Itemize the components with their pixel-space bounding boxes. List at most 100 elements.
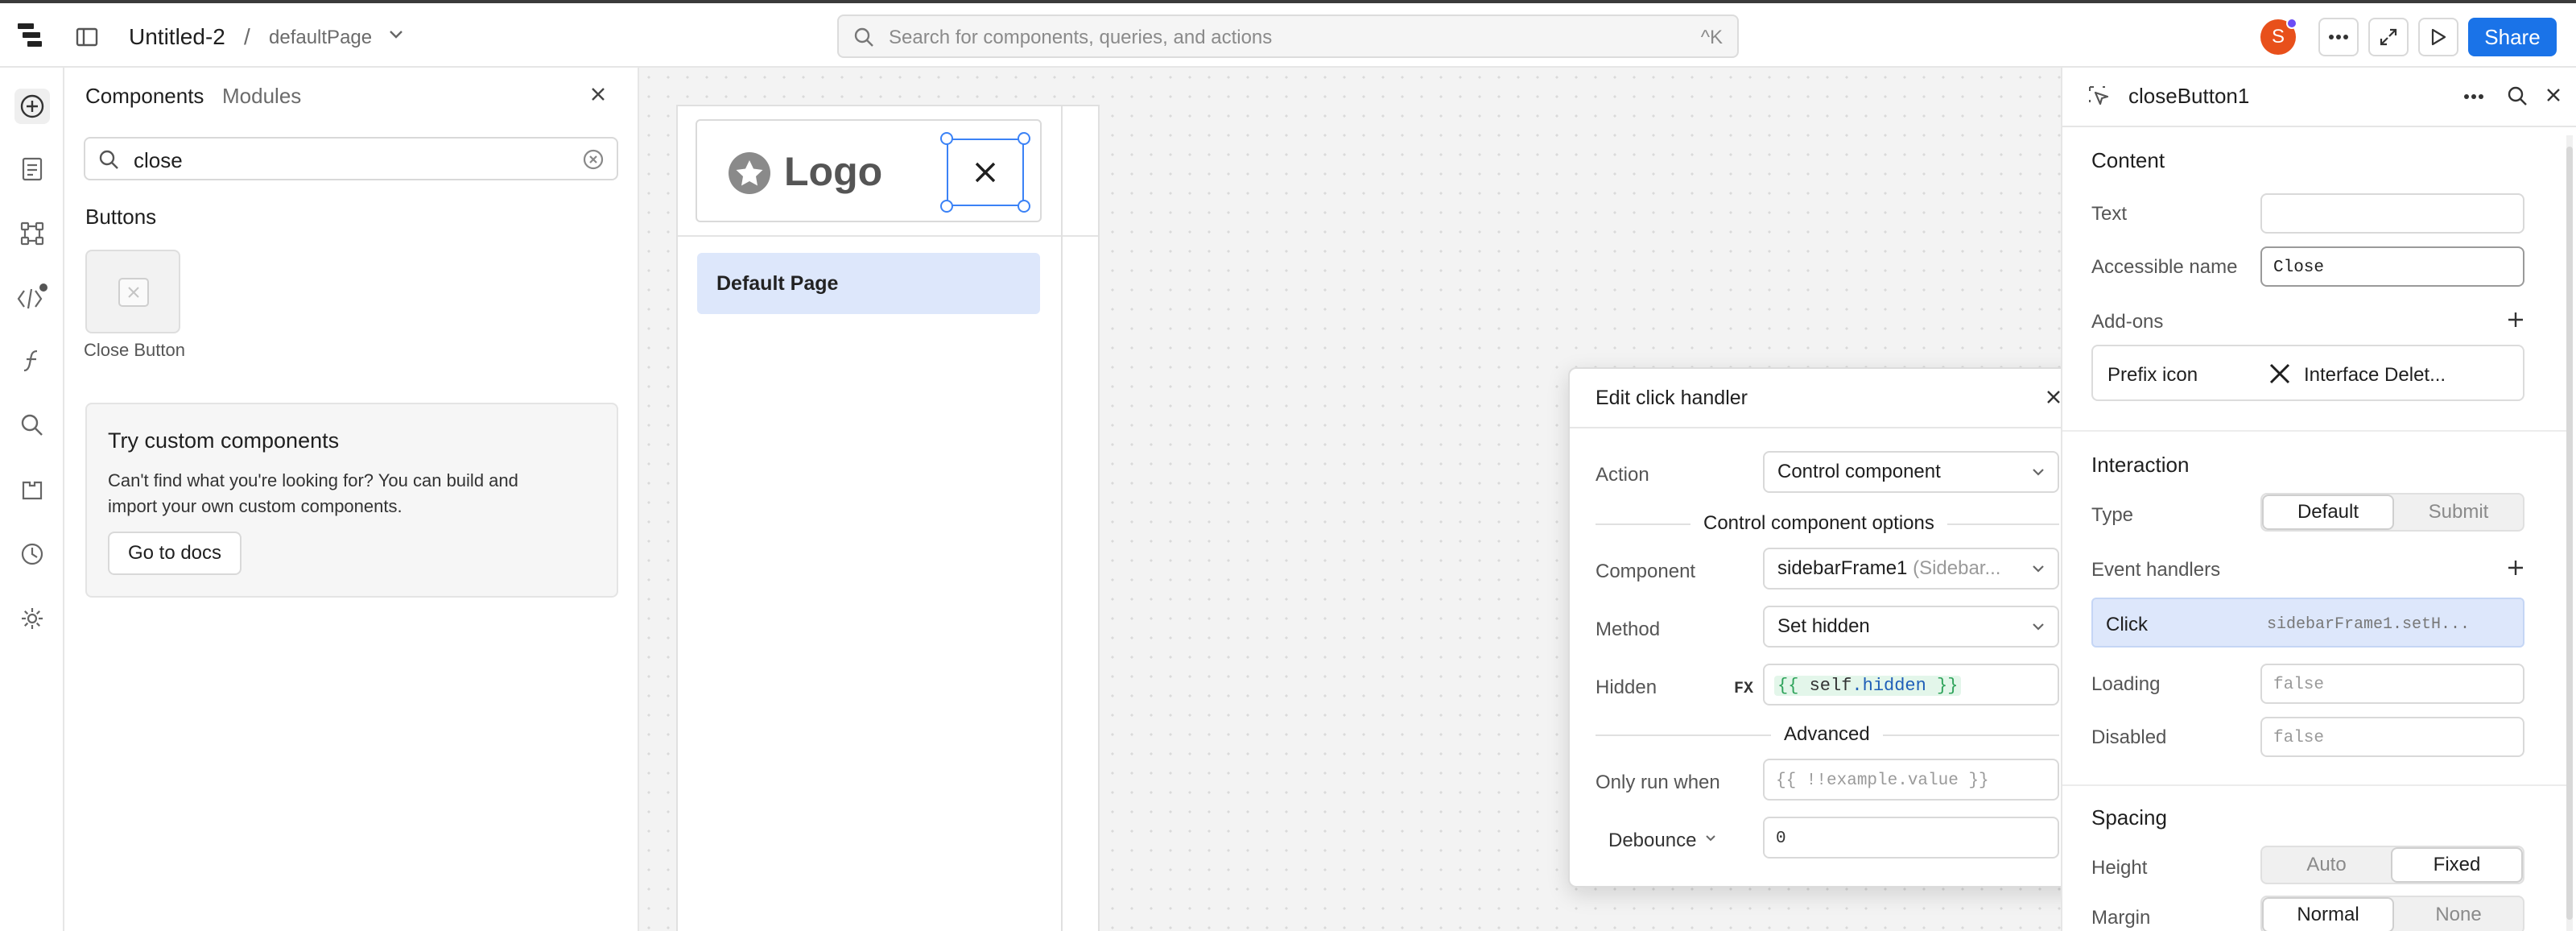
more-horizontal-icon[interactable] [2463, 93, 2484, 100]
only-run-input[interactable]: {{ !!example.value }} [1763, 759, 2059, 801]
scrollbar-thumb[interactable] [2566, 147, 2573, 920]
search-icon[interactable] [2507, 85, 2528, 106]
chevron-down-icon [2033, 565, 2044, 573]
code-icon[interactable] [14, 280, 50, 312]
tab-modules[interactable]: Modules [222, 84, 301, 109]
section-title: Buttons [85, 205, 157, 229]
method-select[interactable]: Set hidden [1763, 606, 2059, 648]
tab-components[interactable]: Components [85, 84, 204, 109]
search-icon[interactable] [16, 409, 48, 441]
chevron-down-icon[interactable] [388, 29, 404, 40]
debounce-dropdown[interactable]: Debounce [1608, 830, 1696, 852]
component-tree-icon[interactable] [16, 217, 48, 250]
promo-title: Try custom components [108, 428, 340, 453]
height-segmented-control[interactable]: Auto Fixed [2260, 846, 2524, 884]
expand-icon [2380, 28, 2397, 46]
disabled-input[interactable]: false [2260, 717, 2524, 757]
add-addon-icon[interactable] [2507, 311, 2524, 329]
hidden-input[interactable]: {{ self.hidden }} [1763, 664, 2059, 705]
action-select[interactable]: Control component [1763, 451, 2059, 493]
layout-toggle-icon[interactable] [71, 21, 103, 53]
loading-value: false [2273, 676, 2325, 694]
shortcut-hint: ^K [1700, 27, 1723, 48]
history-icon[interactable] [16, 538, 48, 570]
page-selector[interactable]: defaultPage [269, 27, 372, 49]
fx-toggle[interactable]: FX [1734, 680, 1753, 698]
height-option-fixed[interactable]: Fixed [2391, 847, 2523, 883]
disabled-value: false [2273, 729, 2325, 747]
close-icon[interactable] [2545, 87, 2562, 103]
prefix-icon-value: Interface Delet... [2304, 364, 2446, 386]
settings-gear-icon[interactable] [16, 602, 48, 635]
debounce-input[interactable]: 0 [1763, 817, 2059, 859]
accessible-name-label: Accessible name [2091, 256, 2238, 278]
search-icon [98, 149, 119, 170]
resize-handle[interactable] [940, 132, 953, 145]
logo-text: Logo [784, 149, 883, 194]
fullscreen-button[interactable] [2368, 18, 2409, 56]
type-option-default[interactable]: Default [2262, 494, 2394, 530]
search-icon [853, 27, 874, 48]
component-value: sidebarFrame1 [1777, 557, 1908, 579]
margin-segmented-control[interactable]: Normal None [2260, 896, 2524, 931]
close-button-label: Close Button [84, 340, 185, 360]
close-button-thumbnail-icon [118, 277, 150, 308]
type-option-submit[interactable]: Submit [2394, 494, 2523, 530]
close-button-component-card[interactable] [85, 250, 180, 333]
margin-option-none[interactable]: None [2394, 897, 2523, 931]
only-run-label: Only run when [1596, 772, 1720, 793]
loading-label: Loading [2091, 673, 2161, 695]
component-search-input[interactable]: close [84, 137, 618, 180]
resize-handle[interactable] [1018, 132, 1030, 145]
divider [678, 235, 1098, 237]
add-component-icon[interactable] [14, 89, 50, 124]
sidebar-frame[interactable]: Logo Default Page [676, 105, 1100, 931]
accessible-name-input[interactable]: Close [2260, 246, 2524, 287]
handler-action: sidebarFrame1.setH... [2267, 615, 2471, 634]
global-search[interactable]: Search for components, queries, and acti… [837, 14, 1739, 58]
event-handlers-label: Event handlers [2091, 559, 2221, 581]
go-to-docs-button[interactable]: Go to docs [108, 532, 242, 575]
share-button[interactable]: Share [2468, 18, 2557, 56]
inspector-divider [2062, 126, 2576, 127]
resize-handle[interactable] [940, 200, 953, 213]
scrollbar[interactable] [2566, 135, 2573, 931]
close-button[interactable] [947, 139, 1024, 206]
retool-logo-icon[interactable] [14, 19, 47, 52]
debounce-value: 0 [1776, 830, 1786, 848]
state-icon[interactable] [16, 474, 48, 506]
add-event-handler-icon[interactable] [2507, 559, 2524, 577]
function-icon[interactable] [16, 345, 48, 377]
clear-search-icon[interactable] [583, 149, 604, 170]
height-option-auto[interactable]: Auto [2262, 847, 2391, 883]
section-title: Control component options [1690, 512, 1947, 535]
frame-edge [1061, 105, 1063, 931]
section-title: Advanced [1771, 723, 1883, 746]
text-input[interactable] [2260, 193, 2524, 234]
loading-input[interactable]: false [2260, 664, 2524, 704]
more-options-button[interactable] [2318, 18, 2359, 56]
prefix-icon-addon[interactable]: Prefix icon Interface Delet... [2091, 345, 2524, 401]
margin-option-normal[interactable]: Normal [2262, 897, 2394, 931]
chevron-down-icon[interactable] [1705, 834, 1716, 842]
component-label: Component [1596, 561, 1696, 582]
notification-dot [2286, 18, 2297, 29]
chevron-down-icon [2033, 469, 2044, 476]
promo-text-line2: import your own custom components. [108, 496, 402, 516]
event-handler-row[interactable]: Click sidebarFrame1.setH... [2091, 598, 2524, 648]
dialog-divider [1570, 427, 2083, 428]
close-icon[interactable] [586, 82, 610, 106]
app-title[interactable]: Untitled-2 [129, 24, 225, 50]
method-value: Set hidden [1777, 615, 1870, 637]
nav-item-default-page[interactable]: Default Page [697, 253, 1040, 314]
component-name[interactable]: closeButton1 [2128, 84, 2249, 109]
pages-icon[interactable] [16, 153, 48, 185]
accessible-name-value: Close [2273, 259, 2325, 277]
close-icon [2268, 362, 2291, 385]
type-segmented-control[interactable]: Default Submit [2260, 493, 2524, 532]
resize-handle[interactable] [1018, 200, 1030, 213]
top-bar: Untitled-2 / defaultPage Search for comp… [0, 0, 2576, 68]
preview-button[interactable] [2418, 18, 2458, 56]
section-spacing-title: Spacing [2091, 805, 2167, 830]
component-select[interactable]: sidebarFrame1 (Sidebar... [1763, 548, 2059, 590]
